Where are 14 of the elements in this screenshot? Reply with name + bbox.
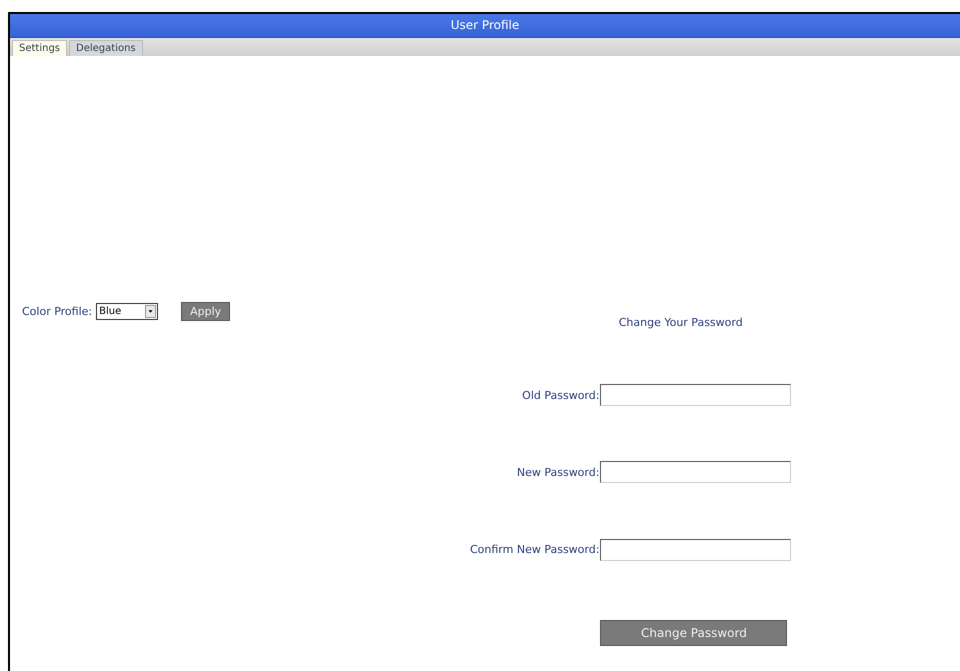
- tab[interactable]: Delegations: [69, 40, 143, 56]
- field-label: New Password:: [516, 466, 600, 479]
- password-field[interactable]: [600, 538, 792, 561]
- password-field[interactable]: [600, 461, 792, 484]
- password-field[interactable]: [600, 384, 792, 406]
- field-label: Old Password:: [521, 388, 600, 402]
- window-title: User Profile: [10, 14, 960, 38]
- tab[interactable]: Settings: [12, 40, 68, 56]
- color-profile-label: Color Profile:: [22, 304, 92, 318]
- field-label: Confirm New Password:: [470, 543, 600, 556]
- apply-button[interactable]: Apply: [181, 302, 230, 320]
- color-profile-dropdown[interactable]: Blue: [96, 302, 158, 320]
- section-title: Change Your Password: [618, 316, 744, 329]
- change-password-button[interactable]: Change Password: [600, 620, 788, 646]
